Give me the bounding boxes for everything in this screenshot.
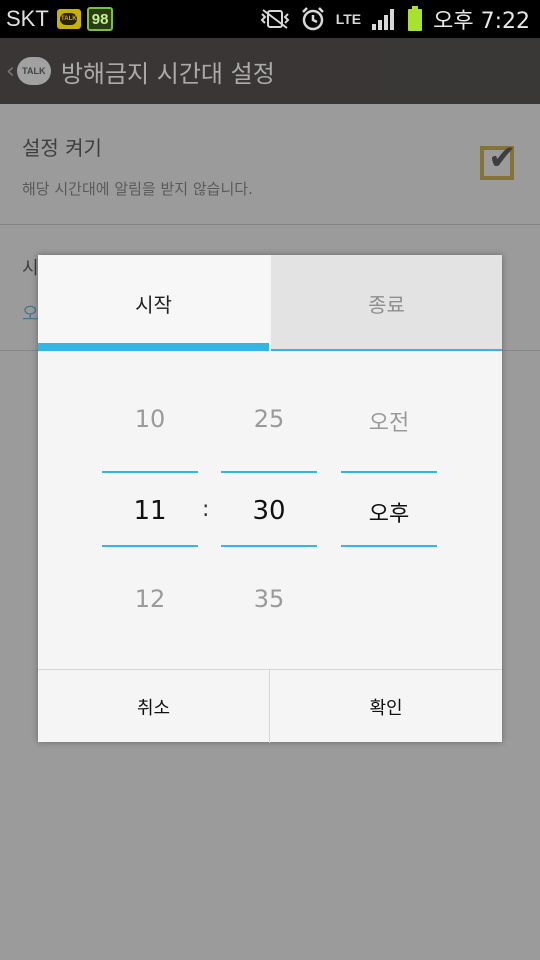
hour-spinner[interactable]: 10 11 12 bbox=[102, 351, 198, 669]
battery-icon bbox=[407, 6, 423, 32]
ampm-prev-value[interactable]: 오전 bbox=[341, 405, 437, 437]
tab-start[interactable]: 시작 bbox=[38, 255, 269, 351]
time-picker-dialog: 시작 종료 10 11 12 : 25 30 35 오전 오후 취소 확인 bbox=[38, 255, 502, 743]
hour-next-value[interactable]: 12 bbox=[102, 585, 198, 613]
tab-end[interactable]: 종료 bbox=[271, 255, 502, 351]
back-chevron-icon[interactable]: ‹ bbox=[6, 59, 15, 84]
ampm-current-value[interactable]: 오후 bbox=[341, 496, 437, 528]
checkmark-icon: ✔ bbox=[488, 138, 517, 178]
talk-badge-text: TALK bbox=[60, 13, 78, 25]
time-separator: : bbox=[202, 497, 210, 522]
signal-strength-icon bbox=[371, 7, 397, 31]
confirm-button-label: 확인 bbox=[369, 697, 403, 719]
kakaotalk-logo-icon[interactable]: TALK bbox=[16, 57, 51, 85]
ampm-spinner[interactable]: 오전 오후 bbox=[341, 351, 437, 669]
network-type-label: LTE bbox=[335, 11, 362, 27]
status-clock: 오후 7:22 bbox=[433, 9, 530, 34]
minute-current-value[interactable]: 30 bbox=[221, 496, 317, 526]
minute-spinner[interactable]: 25 30 35 bbox=[221, 351, 317, 669]
hour-selection-line-top bbox=[102, 471, 198, 473]
enable-setting-row[interactable]: 설정 켜기 해당 시간대에 알림을 받지 않습니다. ✔ bbox=[0, 104, 540, 225]
kakaotalk-notification-icon: TALK bbox=[56, 9, 81, 29]
mute-vibrate-icon bbox=[260, 8, 290, 30]
confirm-button[interactable]: 확인 bbox=[270, 670, 502, 743]
enable-setting-subtitle: 해당 시간대에 알림을 받지 않습니다. bbox=[22, 180, 253, 198]
page-title: 방해금지 시간대 설정 bbox=[60, 59, 275, 88]
hour-selection-line-bottom bbox=[102, 545, 198, 547]
carrier-label: SKT bbox=[6, 6, 49, 31]
tab-start-indicator bbox=[38, 343, 269, 351]
dialog-buttons: 취소 확인 bbox=[38, 669, 502, 743]
tab-end-label: 종료 bbox=[368, 292, 405, 317]
status-bar: SKT TALK 98 LTE 오후 7:22 bbox=[0, 0, 540, 38]
hour-prev-value[interactable]: 10 bbox=[102, 405, 198, 433]
minute-selection-line-bottom bbox=[221, 545, 317, 547]
action-bar: ‹ TALK 방해금지 시간대 설정 bbox=[0, 38, 540, 104]
lte-icon: LTE bbox=[336, 12, 361, 26]
minute-next-value[interactable]: 35 bbox=[221, 585, 317, 613]
ampm-selection-line-top bbox=[341, 471, 437, 473]
tab-start-label: 시작 bbox=[135, 292, 172, 317]
time-range-value[interactable]: 오 bbox=[22, 300, 39, 326]
alarm-clock-icon bbox=[300, 6, 326, 32]
enable-checkbox[interactable]: ✔ bbox=[480, 138, 517, 180]
cancel-button-label: 취소 bbox=[136, 697, 171, 719]
ampm-selection-line-bottom bbox=[341, 545, 437, 547]
cancel-button[interactable]: 취소 bbox=[38, 670, 270, 743]
notification-count-badge: 98 bbox=[86, 7, 114, 31]
minute-selection-line-top bbox=[221, 471, 317, 473]
enable-setting-title: 설정 켜기 bbox=[22, 136, 102, 160]
time-range-title: 시 bbox=[22, 258, 39, 279]
time-picker: 10 11 12 : 25 30 35 오전 오후 bbox=[38, 351, 502, 669]
dialog-tabs: 시작 종료 bbox=[38, 255, 502, 351]
logo-text: TALK bbox=[22, 66, 46, 76]
hour-current-value[interactable]: 11 bbox=[102, 496, 198, 526]
minute-prev-value[interactable]: 25 bbox=[221, 405, 317, 433]
